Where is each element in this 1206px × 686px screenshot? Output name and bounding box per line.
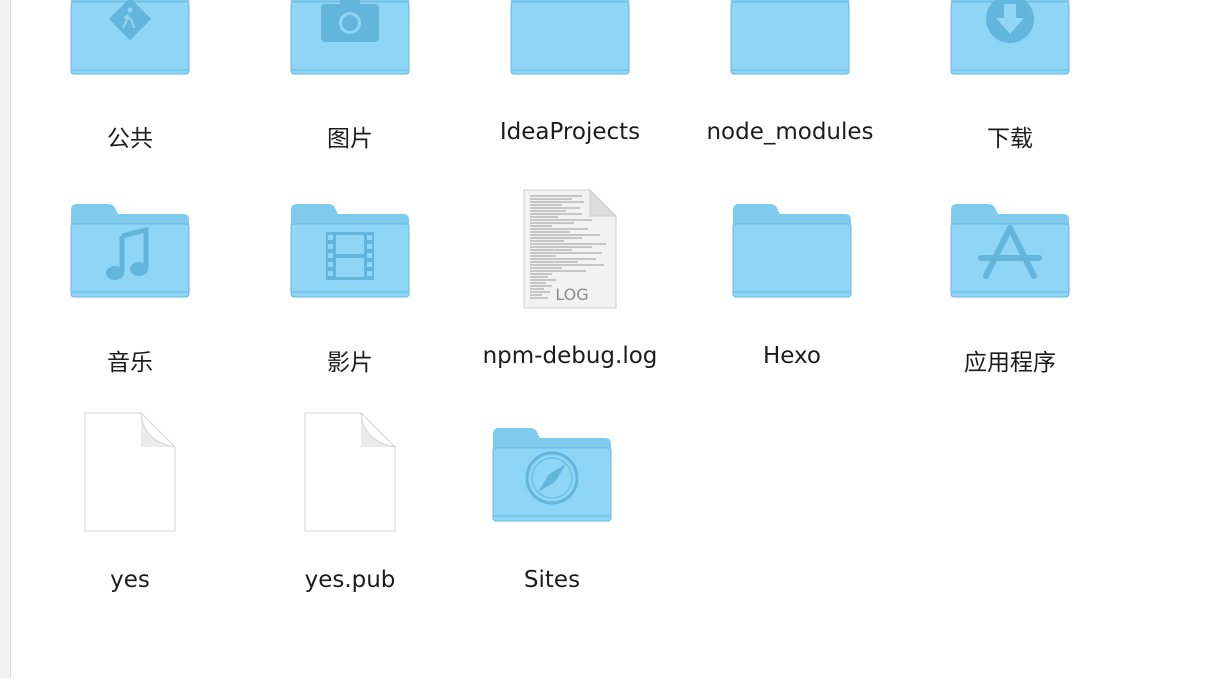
item-label: 公共 bbox=[107, 126, 153, 152]
item-label: 下载 bbox=[987, 126, 1033, 152]
item-yes[interactable]: yes bbox=[20, 412, 240, 686]
item-label: yes.pub bbox=[304, 567, 396, 593]
item-label: 影片 bbox=[327, 350, 373, 376]
item-label: IdeaProjects bbox=[499, 119, 641, 145]
item-label: Sites bbox=[523, 567, 581, 593]
item-label: Hexo bbox=[762, 343, 822, 369]
item-sites[interactable]: Sites bbox=[460, 428, 680, 686]
item-label: 图片 bbox=[327, 126, 373, 152]
sites-folder-icon bbox=[460, 428, 680, 582]
item-label: 音乐 bbox=[107, 350, 153, 376]
blank-file-icon bbox=[240, 412, 460, 582]
music-folder-icon bbox=[20, 204, 240, 358]
item-hexo[interactable]: Hexo bbox=[680, 204, 900, 462]
item-label: 应用程序 bbox=[964, 350, 1056, 376]
folder-icon bbox=[680, 0, 900, 134]
item-label: yes bbox=[110, 567, 150, 593]
blank-file-icon bbox=[20, 412, 240, 582]
file-grid: 公共 图片 IdeaProjects node_modules 下载 音乐 影片… bbox=[0, 0, 1206, 678]
pictures-folder-icon bbox=[240, 0, 460, 134]
item-label: node_modules bbox=[706, 119, 874, 145]
item-applications[interactable]: 应用程序 bbox=[900, 204, 1120, 462]
log-file-icon: LOG bbox=[460, 188, 680, 358]
folder-icon bbox=[680, 204, 900, 358]
item-label: npm-debug.log bbox=[482, 343, 658, 369]
item-yes-pub[interactable]: yes.pub bbox=[240, 412, 460, 686]
public-folder-icon bbox=[20, 0, 240, 134]
log-badge: LOG bbox=[552, 285, 592, 304]
downloads-folder-icon bbox=[900, 0, 1120, 134]
movies-folder-icon bbox=[240, 204, 460, 358]
applications-folder-icon bbox=[900, 204, 1120, 358]
folder-icon bbox=[460, 0, 680, 134]
